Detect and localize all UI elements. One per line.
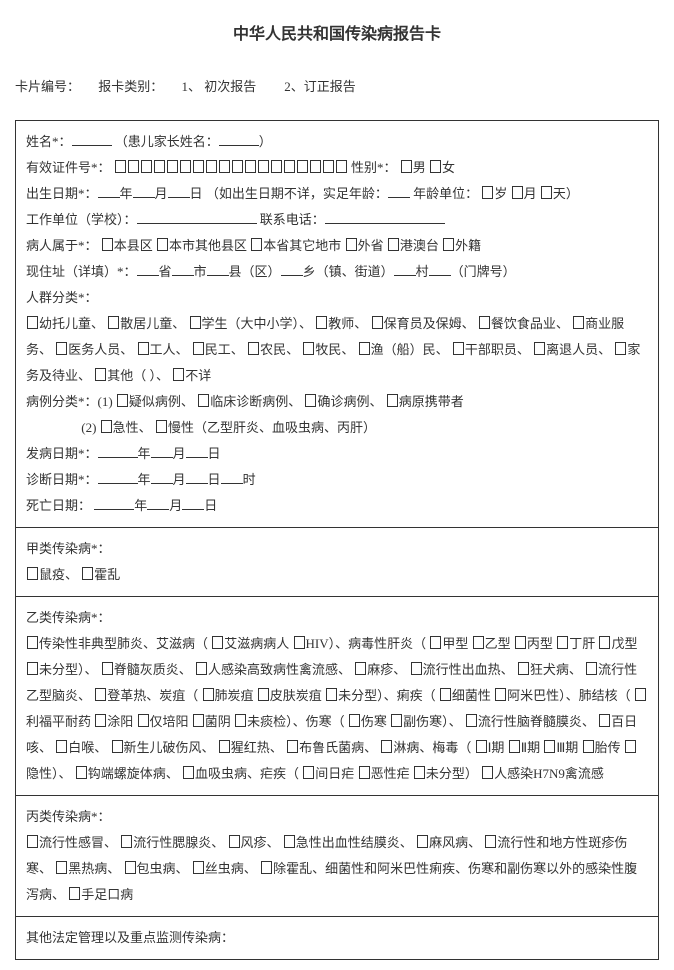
workunit-label: 工作单位（学校）： [26, 212, 137, 227]
section-class-c: 丙类传染病*： 流行性感冒、 流行性腮腺炎、 风疹、 急性出血性结膜炎、 麻风病… [16, 796, 658, 917]
section-basic: 姓名*： （患儿家长姓名：） 有效证件号*： 性别*： 男 女 出生日期*：年月… [16, 121, 658, 528]
birth-label: 出生日期*： [26, 186, 98, 201]
section-class-b: 乙类传染病*： 传染性非典型肺炎、艾滋病（ 艾滋病病人 HIV）、病毒性肝炎（ … [16, 597, 658, 796]
diag-label: 诊断日期*： [26, 472, 98, 487]
belong-label: 病人属于*： [26, 238, 98, 253]
sex-male-cb[interactable] [401, 160, 412, 173]
phone-label: 联系电话： [260, 212, 325, 227]
class-c-label: 丙类传染病*： [26, 809, 111, 824]
header-line: 卡片编号： 报卡类别： 1、 初次报告 2、订正报告 [15, 75, 659, 100]
onset-label: 发病日期*： [26, 446, 98, 461]
group-label: 人群分类*： [26, 290, 98, 305]
document-title: 中华人民共和国传染病报告卡 [15, 20, 659, 50]
report-type-label: 报卡类别： [98, 79, 163, 94]
sex-female-cb[interactable] [430, 160, 441, 173]
id-label: 有效证件号*： [26, 160, 111, 175]
report-type-opt1: 1、 初次报告 [182, 79, 257, 94]
form-container: 姓名*： （患儿家长姓名：） 有效证件号*： 性别*： 男 女 出生日期*：年月… [15, 120, 659, 960]
section-other: 其他法定管理以及重点监测传染病： [16, 917, 658, 960]
phone-input[interactable] [325, 209, 445, 224]
id-box[interactable] [115, 160, 126, 173]
child-parent-label: （患儿家长姓名： [115, 134, 219, 149]
parent-input[interactable] [219, 131, 259, 146]
name-label: 姓名*： [26, 134, 72, 149]
workunit-input[interactable] [137, 209, 257, 224]
card-no-label: 卡片编号： [15, 79, 80, 94]
name-input[interactable] [72, 131, 112, 146]
addr-label: 现住址（详填）*： [26, 264, 137, 279]
report-type-opt2: 2、订正报告 [284, 79, 356, 94]
class-a-label: 甲类传染病*： [26, 541, 111, 556]
sex-label: 性别*： [351, 160, 397, 175]
section-class-a: 甲类传染病*： 鼠疫、 霍乱 [16, 528, 658, 597]
other-label: 其他法定管理以及重点监测传染病： [26, 930, 234, 945]
class-b-label: 乙类传染病*： [26, 610, 111, 625]
case-label: 病例分类*：(1) [26, 394, 113, 409]
death-label: 死亡日期： [26, 498, 94, 513]
